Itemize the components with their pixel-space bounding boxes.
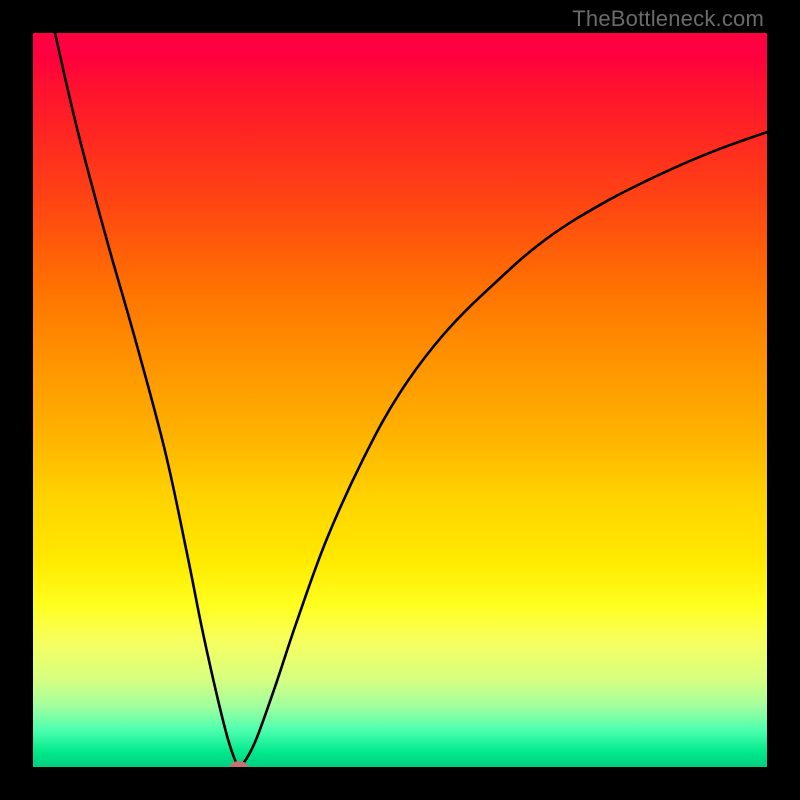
curve-svg xyxy=(33,33,767,767)
attribution-text: TheBottleneck.com xyxy=(572,6,764,32)
plot-area xyxy=(33,33,767,767)
minimum-marker xyxy=(230,761,248,767)
chart-frame: TheBottleneck.com xyxy=(0,0,800,800)
curve-left-branch xyxy=(55,33,239,767)
curve-right-branch xyxy=(239,132,767,767)
